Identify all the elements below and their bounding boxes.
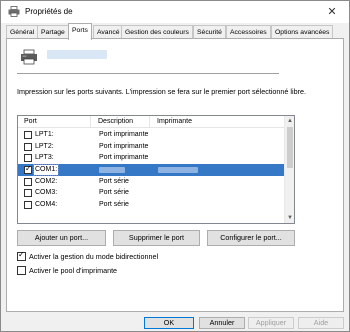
port-checkbox[interactable] — [24, 189, 32, 198]
tab-security[interactable]: Sécurité — [193, 25, 226, 39]
printer-properties-dialog: Propriétés de ✕ Général Partage Ports Av… — [0, 0, 350, 332]
port-name: LPT3: — [35, 154, 54, 162]
scroll-up-arrow-icon[interactable]: ▲ — [285, 116, 294, 126]
title-bar: Propriétés de ✕ — [1, 1, 349, 23]
column-port[interactable]: Port — [24, 118, 37, 125]
help-button[interactable]: Aide — [298, 317, 344, 329]
configure-port-button[interactable]: Configurer le port... — [207, 230, 295, 246]
tab-accessories[interactable]: Accessoires — [226, 25, 271, 39]
printer-icon — [8, 6, 20, 17]
separator — [17, 73, 279, 74]
delete-port-button[interactable]: Supprimer le port — [113, 230, 200, 246]
column-divider[interactable] — [149, 116, 150, 128]
port-row[interactable]: COM2: Port série — [18, 176, 284, 188]
printer-redacted — [158, 167, 198, 174]
description-redacted — [99, 167, 125, 174]
port-row-selected[interactable]: COM1: — [18, 164, 284, 177]
printer-pool-option[interactable]: Activer le pool d'imprimante — [17, 266, 217, 276]
port-checkbox[interactable] — [24, 177, 32, 186]
ports-list-rows: LPT1: Port imprimante LPT2: Port imprima… — [18, 129, 284, 211]
bidirectional-label[interactable]: Activer la gestion du mode bidirectionne… — [29, 252, 158, 262]
ok-button[interactable]: OK — [144, 317, 194, 329]
window-title: Propriétés de — [25, 7, 73, 16]
port-checkbox[interactable] — [24, 131, 32, 139]
port-row[interactable]: LPT1: Port imprimante — [18, 129, 284, 141]
ports-list[interactable]: Port Description Imprimante LPT1: Port i… — [17, 115, 295, 224]
tab-general[interactable]: Général — [6, 25, 39, 39]
port-row[interactable]: LPT3: Port imprimante — [18, 152, 284, 164]
tab-advanced[interactable]: Avancé — [93, 25, 124, 39]
vertical-scrollbar[interactable]: ▲ ▼ — [284, 116, 294, 223]
port-description: Port série — [99, 189, 129, 197]
add-port-button[interactable]: Ajouter un port... — [17, 230, 106, 246]
port-checkbox[interactable] — [24, 142, 32, 151]
port-description: Port imprimante — [99, 154, 149, 162]
close-button[interactable]: ✕ — [315, 1, 349, 23]
port-row[interactable]: COM3: Port série — [18, 187, 284, 199]
port-name: LPT2: — [35, 142, 54, 150]
port-description: Port série — [99, 177, 129, 185]
port-name: LPT1: — [35, 131, 54, 138]
port-name: COM3: — [35, 189, 58, 197]
scroll-down-arrow-icon[interactable]: ▼ — [285, 213, 294, 223]
port-name: COM1: — [32, 164, 60, 177]
ports-panel: Impression sur les ports suivants. L'imp… — [6, 38, 344, 312]
bidirectional-option[interactable]: Activer la gestion du mode bidirectionne… — [17, 250, 217, 262]
port-description: Port imprimante — [99, 142, 149, 150]
bidirectional-checkbox[interactable] — [17, 250, 26, 261]
scrollbar-thumb[interactable] — [287, 127, 293, 168]
printer-name-redacted — [47, 50, 107, 59]
port-checkbox[interactable] — [24, 154, 32, 163]
port-name: COM4: — [35, 201, 58, 209]
port-checkbox[interactable] — [24, 201, 32, 210]
ports-list-header: Port Description Imprimante — [18, 116, 284, 128]
tab-color-management[interactable]: Gestion des couleurs — [121, 25, 193, 39]
tab-ports[interactable]: Ports — [68, 23, 92, 40]
port-checkbox-checked[interactable] — [24, 164, 32, 175]
port-row[interactable]: LPT2: Port imprimante — [18, 141, 284, 153]
port-description: Port série — [99, 201, 129, 209]
ports-info-text: Impression sur les ports suivants. L'imp… — [17, 87, 306, 96]
column-divider[interactable] — [90, 116, 91, 128]
cancel-button[interactable]: Annuler — [199, 317, 245, 329]
column-description[interactable]: Description — [98, 118, 133, 125]
port-name: COM2: — [35, 177, 58, 185]
port-row[interactable]: COM4: Port série — [18, 199, 284, 211]
apply-button[interactable]: Appliquer — [248, 317, 294, 329]
port-description: Port imprimante — [99, 131, 149, 138]
printer-pool-checkbox[interactable] — [17, 266, 26, 275]
printer-icon — [21, 49, 37, 65]
printer-pool-label[interactable]: Activer le pool d'imprimante — [29, 266, 117, 276]
tab-sharing[interactable]: Partage — [37, 25, 69, 39]
tab-advanced-options[interactable]: Options avancées — [271, 25, 334, 39]
column-printer[interactable]: Imprimante — [157, 118, 192, 125]
tab-strip: Général Partage Ports Avancé Gestion des… — [6, 23, 344, 40]
